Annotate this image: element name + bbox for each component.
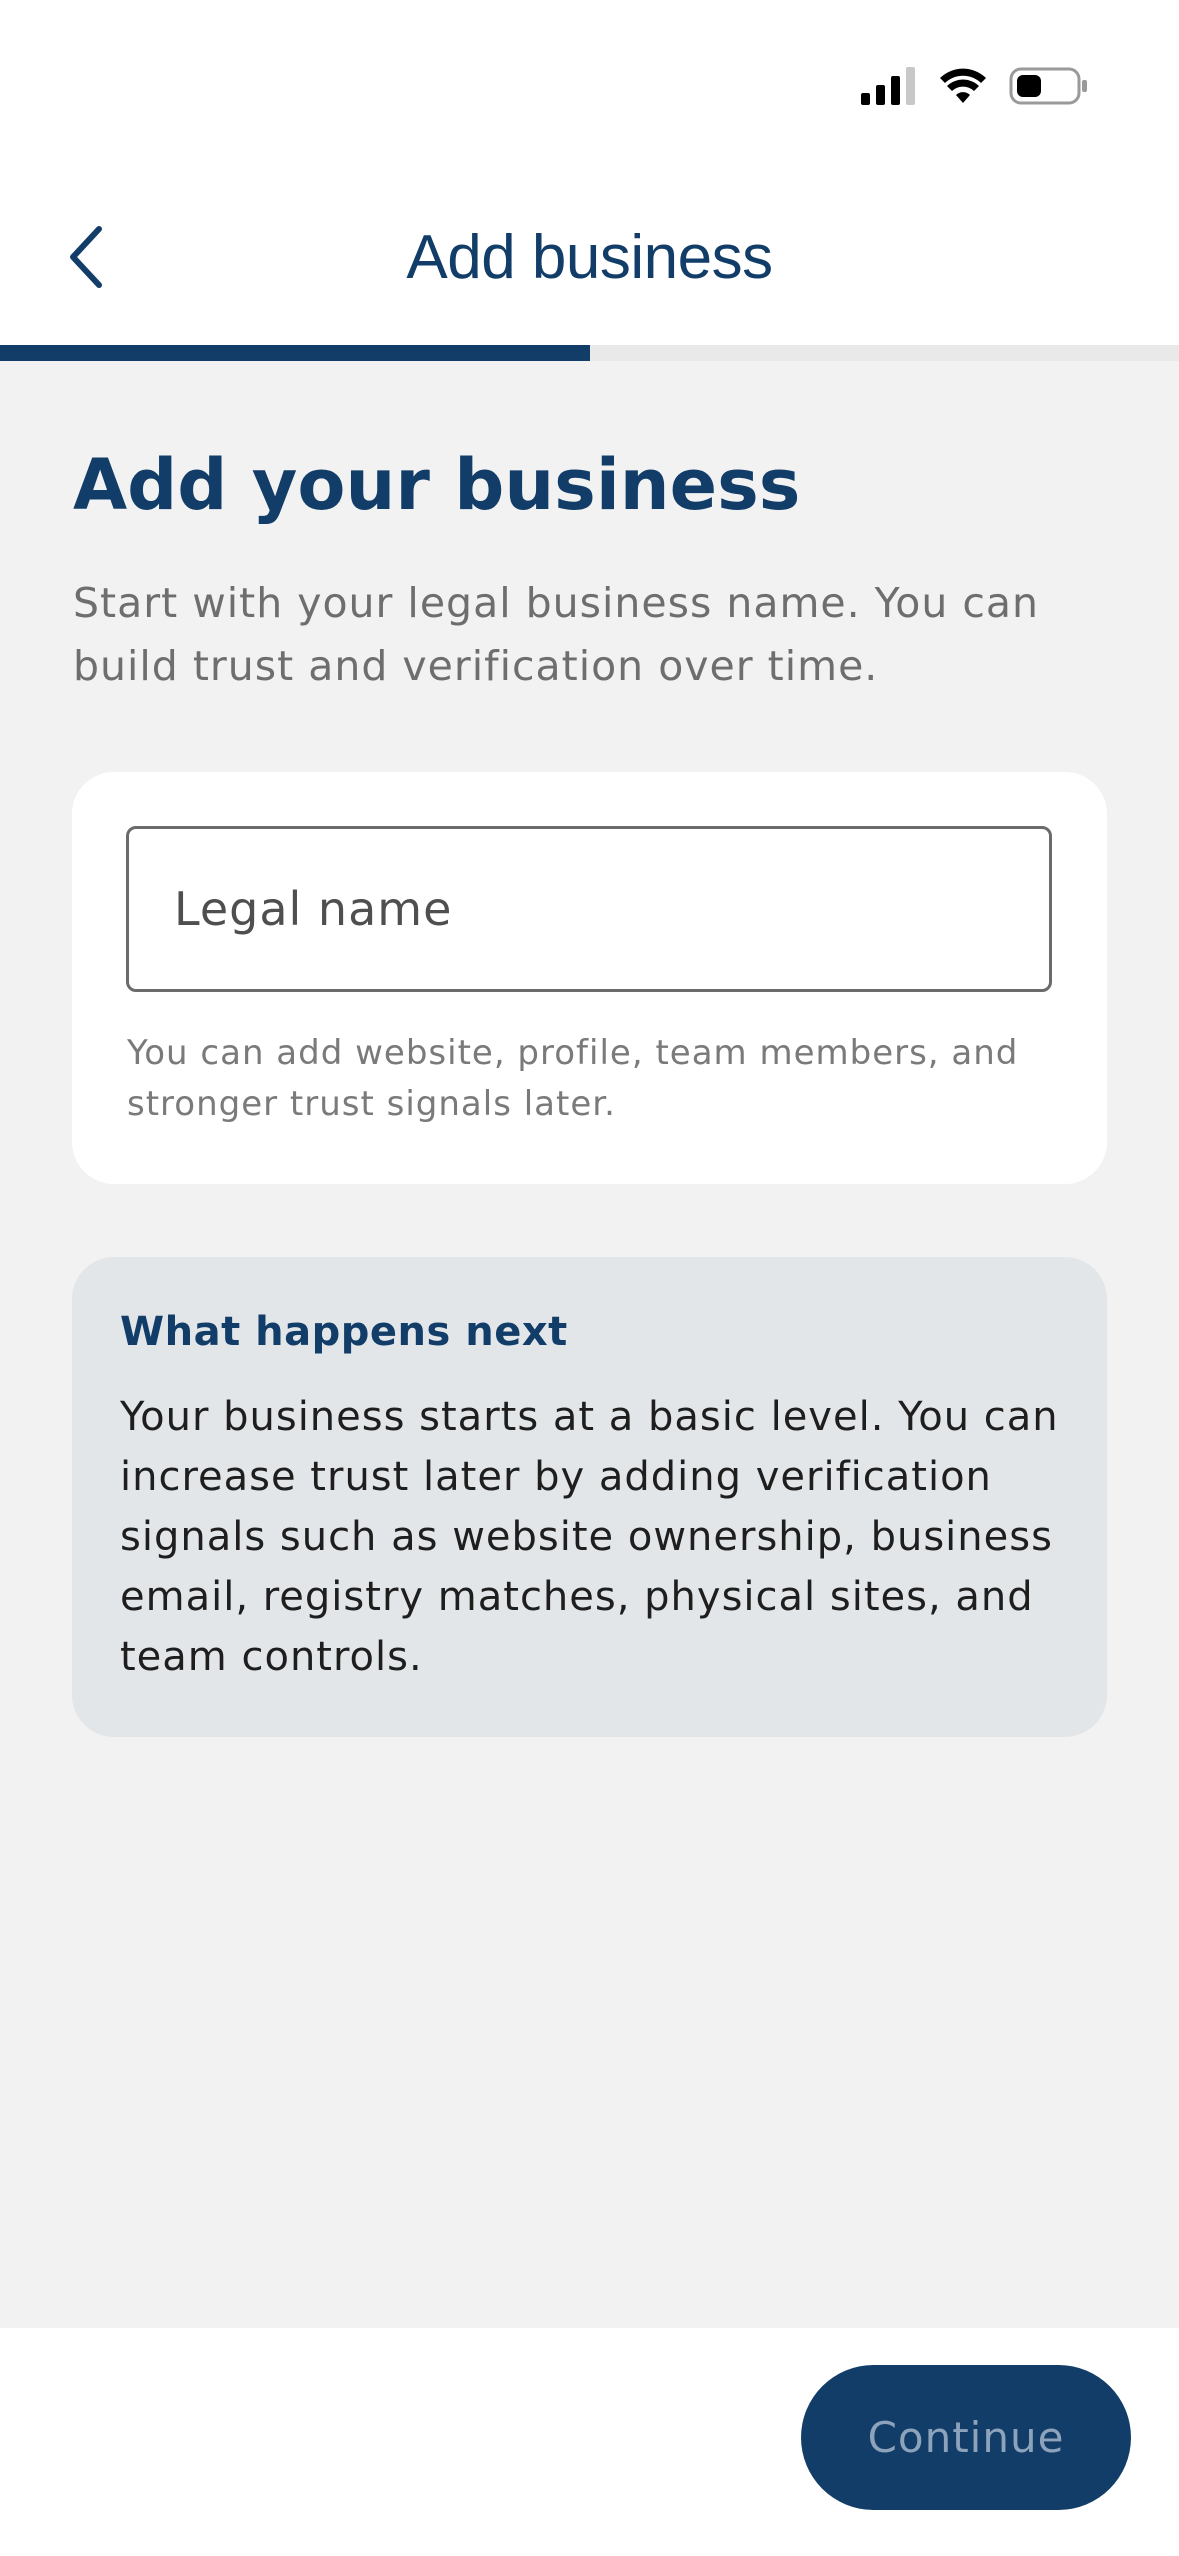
cellular-signal-icon bbox=[861, 67, 917, 109]
legal-name-card: You can add website, profile, team membe… bbox=[72, 772, 1107, 1184]
footer-bar: Continue bbox=[0, 2328, 1179, 2556]
main-subtitle: Start with your legal business name. You… bbox=[73, 579, 1040, 690]
legal-name-input[interactable] bbox=[126, 826, 1052, 992]
main-heading: Add your business bbox=[73, 444, 801, 526]
progress-bar bbox=[0, 345, 1179, 361]
status-bar bbox=[861, 66, 1089, 110]
page-title: Add business bbox=[406, 223, 773, 292]
progress-bar-fill bbox=[0, 345, 590, 361]
top-bar: Add business bbox=[0, 0, 1179, 345]
legal-name-helper-text: You can add website, profile, team membe… bbox=[127, 1033, 1019, 1124]
add-business-screen: Add business Add your business Start wit… bbox=[0, 0, 1179, 2556]
continue-button[interactable]: Continue bbox=[801, 2365, 1131, 2510]
info-card-body: Your business starts at a basic level. Y… bbox=[120, 1394, 1059, 1680]
wifi-icon bbox=[939, 67, 987, 109]
info-card: What happens next Your business starts a… bbox=[72, 1257, 1107, 1737]
info-card-title: What happens next bbox=[120, 1309, 568, 1355]
battery-icon bbox=[1009, 67, 1089, 109]
